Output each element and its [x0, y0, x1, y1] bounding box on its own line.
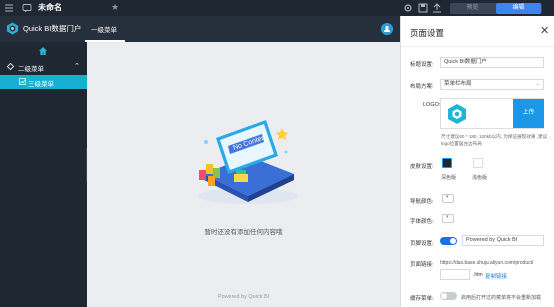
portal-header: Quick BI数据门户 一级菜单 — [0, 16, 400, 42]
font-color-picker[interactable] — [442, 214, 454, 223]
page-link-url: https://das.base.shuju.aliyun.com/produc… — [440, 260, 534, 266]
menu-icon[interactable] — [4, 3, 14, 13]
avatar[interactable] — [381, 23, 393, 35]
menu-group-icon — [7, 63, 14, 70]
preview-mode-button[interactable]: 预览 — [450, 3, 495, 14]
nav-tab-label: 一级菜单 — [91, 27, 117, 34]
font-color-label: 字体颜色: — [410, 219, 434, 225]
footer-input[interactable]: Powered by Quick BI — [462, 235, 544, 246]
logo-upload-box: 上传 — [440, 98, 544, 129]
logo-hint: 尺寸建议60 * 180, 100kb以内, 为保证展现效果, 建议logo位置… — [441, 134, 548, 146]
logo-preview-icon — [448, 104, 466, 124]
title-input[interactable]: Quick BI数据门户 — [440, 57, 544, 68]
empty-illustration: No Content — [198, 120, 298, 204]
upload-button[interactable]: 上传 — [513, 99, 544, 128]
comment-icon[interactable] — [22, 3, 32, 13]
sidebar-item-label: 三级菜单 — [28, 81, 54, 88]
empty-state-text: 暂时还没有添加任何内容哦 — [204, 229, 283, 236]
skin-light-swatch[interactable] — [473, 158, 483, 168]
footer-switch[interactable] — [440, 237, 457, 245]
star-icon[interactable]: ★ — [111, 1, 119, 13]
logo-setting-label: LOGO: — [423, 102, 441, 108]
portal-logo-icon — [6, 22, 19, 35]
save-icon[interactable] — [418, 3, 428, 13]
page-link-label: 页面链接: — [410, 262, 434, 268]
edit-mode-button[interactable]: 编辑 — [496, 3, 541, 14]
layout-select-value: 菜单栏布局 — [444, 81, 472, 87]
divider — [401, 46, 554, 47]
skin-dark-swatch[interactable] — [442, 158, 452, 168]
document-title: 未命名 — [38, 3, 62, 12]
close-icon[interactable]: ✕ — [540, 25, 549, 37]
nav-color-label: 导航颜色: — [410, 199, 434, 205]
mode-toggle[interactable]: 预览 编辑 — [450, 3, 542, 14]
footer-setting-label: 页脚设置: — [410, 241, 434, 247]
chevron-down-icon: ⌄ — [535, 81, 540, 87]
cache-menu-switch[interactable] — [440, 292, 457, 300]
layout-select[interactable]: 菜单栏布局 ⌄ — [440, 79, 544, 90]
sidebar-item-level2[interactable]: 二级菜单 ⌃ — [0, 60, 87, 74]
cache-menu-label: 缓存菜单: — [410, 296, 434, 302]
page-settings-panel: 页面设置 ✕ 标题设置: Quick BI数据门户 布局方案: 菜单栏布局 ⌄ … — [400, 16, 554, 307]
skin-light-label: 浅色版 — [472, 175, 488, 181]
chevron-up-icon[interactable]: ⌃ — [74, 62, 80, 70]
portal-sidebar: 二级菜单 ⌃ 三级菜单 — [0, 42, 87, 307]
sidebar-item-label: 二级菜单 — [18, 66, 44, 73]
panel-title: 页面设置 — [410, 28, 445, 38]
page-link-input[interactable] — [440, 269, 470, 280]
nav-color-picker[interactable] — [442, 194, 454, 203]
skin-setting-label: 皮肤设置: — [410, 164, 434, 170]
copy-link-button[interactable]: 复制链接 — [485, 272, 507, 280]
publish-icon[interactable] — [432, 3, 442, 13]
main-content: No Content 暂时还没有添加任何内容哦 Powered by Quick… — [87, 42, 400, 307]
skin-dark-label: 深色版 — [441, 175, 457, 181]
nav-tab-level1[interactable]: 一级菜单 — [85, 16, 125, 42]
settings-icon[interactable] — [403, 3, 413, 13]
sidebar-item-level3[interactable]: 三级菜单 — [0, 75, 87, 89]
page-link-suffix: .htm — [473, 272, 483, 278]
home-icon[interactable] — [38, 46, 48, 56]
dashboard-icon — [19, 78, 26, 85]
portal-footer: Powered by Quick BI — [217, 294, 270, 300]
cache-menu-desc: 启用后打开过的菜单将不会重新加载 — [461, 295, 542, 301]
app-topbar: 未命名 ★ 预览 编辑 — [0, 0, 554, 16]
layout-setting-label: 布局方案: — [410, 84, 434, 90]
portal-title: Quick BI数据门户 — [23, 24, 82, 33]
title-setting-label: 标题设置: — [410, 62, 434, 68]
